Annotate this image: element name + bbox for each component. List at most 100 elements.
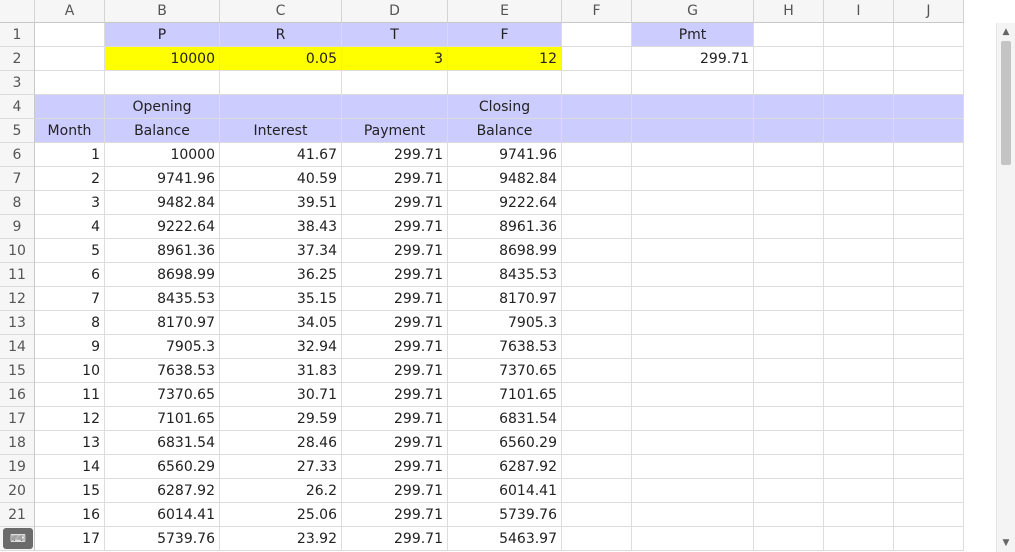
cell-j15[interactable] xyxy=(894,359,964,383)
cell-f7[interactable] xyxy=(562,167,632,191)
cell-c18[interactable]: 28.46 xyxy=(220,431,342,455)
header-opening[interactable]: Opening xyxy=(105,95,220,119)
cell-j17[interactable] xyxy=(894,407,964,431)
cell-i2[interactable] xyxy=(824,47,894,71)
cell-a6[interactable]: 1 xyxy=(35,143,105,167)
cell-f6[interactable] xyxy=(562,143,632,167)
cell-a20[interactable]: 15 xyxy=(35,479,105,503)
cell-b16[interactable]: 7370.65 xyxy=(105,383,220,407)
cell-f4[interactable] xyxy=(562,95,632,119)
cell-j11[interactable] xyxy=(894,263,964,287)
cell-g7[interactable] xyxy=(632,167,754,191)
scrollbar-thumb[interactable] xyxy=(1001,41,1011,165)
header-closing[interactable]: Closing xyxy=(448,95,562,119)
cell-g19[interactable] xyxy=(632,455,754,479)
cell-i19[interactable] xyxy=(824,455,894,479)
cell-i10[interactable] xyxy=(824,239,894,263)
column-header-d[interactable]: D xyxy=(342,0,448,23)
cell-j10[interactable] xyxy=(894,239,964,263)
cell-j18[interactable] xyxy=(894,431,964,455)
cell-g3[interactable] xyxy=(632,71,754,95)
row-header-11[interactable]: 11 xyxy=(0,263,35,287)
cell-h4[interactable] xyxy=(754,95,824,119)
cell-b22[interactable]: 5739.76 xyxy=(105,527,220,551)
cell-e18[interactable]: 6560.29 xyxy=(448,431,562,455)
cell-f12[interactable] xyxy=(562,287,632,311)
row-header-17[interactable]: 17 xyxy=(0,407,35,431)
input-principal[interactable]: 10000 xyxy=(105,47,220,71)
cell-a8[interactable]: 3 xyxy=(35,191,105,215)
row-header-14[interactable]: 14 xyxy=(0,335,35,359)
cell-f13[interactable] xyxy=(562,311,632,335)
cell-h5[interactable] xyxy=(754,119,824,143)
cell-d12[interactable]: 299.71 xyxy=(342,287,448,311)
cell-j14[interactable] xyxy=(894,335,964,359)
cell-g9[interactable] xyxy=(632,215,754,239)
cell-j21[interactable] xyxy=(894,503,964,527)
cell-c15[interactable]: 31.83 xyxy=(220,359,342,383)
cell-e17[interactable]: 6831.54 xyxy=(448,407,562,431)
cell-d13[interactable]: 299.71 xyxy=(342,311,448,335)
row-header-21[interactable]: 21 xyxy=(0,503,35,527)
header-opening-balance[interactable]: Balance xyxy=(105,119,220,143)
cell-f9[interactable] xyxy=(562,215,632,239)
column-header-h[interactable]: H xyxy=(754,0,824,23)
cell-e12[interactable]: 8170.97 xyxy=(448,287,562,311)
cell-h9[interactable] xyxy=(754,215,824,239)
cell-f11[interactable] xyxy=(562,263,632,287)
cell-a15[interactable]: 10 xyxy=(35,359,105,383)
row-header-16[interactable]: 16 xyxy=(0,383,35,407)
cell-i18[interactable] xyxy=(824,431,894,455)
row-header-9[interactable]: 9 xyxy=(0,215,35,239)
cell-b6[interactable]: 10000 xyxy=(105,143,220,167)
cell-e7[interactable]: 9482.84 xyxy=(448,167,562,191)
cell-a14[interactable]: 9 xyxy=(35,335,105,359)
cell-g14[interactable] xyxy=(632,335,754,359)
cell-h3[interactable] xyxy=(754,71,824,95)
cell-f1[interactable] xyxy=(562,23,632,47)
row-header-2[interactable]: 2 xyxy=(0,47,35,71)
row-header-5[interactable]: 5 xyxy=(0,119,35,143)
cell-c20[interactable]: 26.2 xyxy=(220,479,342,503)
cell-e21[interactable]: 5739.76 xyxy=(448,503,562,527)
column-header-f[interactable]: F xyxy=(562,0,632,23)
cell-f16[interactable] xyxy=(562,383,632,407)
cell-h1[interactable] xyxy=(754,23,824,47)
cell-a3[interactable] xyxy=(35,71,105,95)
cell-d19[interactable]: 299.71 xyxy=(342,455,448,479)
label-principal[interactable]: P xyxy=(105,23,220,47)
row-header-12[interactable]: 12 xyxy=(0,287,35,311)
column-header-c[interactable]: C xyxy=(220,0,342,23)
scroll-up-arrow-icon[interactable]: ▲ xyxy=(1001,25,1011,39)
cell-c22[interactable]: 23.92 xyxy=(220,527,342,551)
scroll-down-arrow-icon[interactable]: ▼ xyxy=(1001,536,1011,550)
row-header-19[interactable]: 19 xyxy=(0,455,35,479)
cell-a11[interactable]: 6 xyxy=(35,263,105,287)
cell-b9[interactable]: 9222.64 xyxy=(105,215,220,239)
cell-c7[interactable]: 40.59 xyxy=(220,167,342,191)
cell-b18[interactable]: 6831.54 xyxy=(105,431,220,455)
cell-h8[interactable] xyxy=(754,191,824,215)
cell-b20[interactable]: 6287.92 xyxy=(105,479,220,503)
cell-h2[interactable] xyxy=(754,47,824,71)
cell-f18[interactable] xyxy=(562,431,632,455)
cell-h17[interactable] xyxy=(754,407,824,431)
cell-b14[interactable]: 7905.3 xyxy=(105,335,220,359)
cell-h20[interactable] xyxy=(754,479,824,503)
cell-b13[interactable]: 8170.97 xyxy=(105,311,220,335)
column-header-b[interactable]: B xyxy=(105,0,220,23)
cell-g5[interactable] xyxy=(632,119,754,143)
cell-c16[interactable]: 30.71 xyxy=(220,383,342,407)
row-header-6[interactable]: 6 xyxy=(0,143,35,167)
cell-e3[interactable] xyxy=(448,71,562,95)
cell-j6[interactable] xyxy=(894,143,964,167)
row-header-7[interactable]: 7 xyxy=(0,167,35,191)
cell-g4[interactable] xyxy=(632,95,754,119)
cell-g15[interactable] xyxy=(632,359,754,383)
cell-f17[interactable] xyxy=(562,407,632,431)
cell-i7[interactable] xyxy=(824,167,894,191)
cell-j5[interactable] xyxy=(894,119,964,143)
cell-b10[interactable]: 8961.36 xyxy=(105,239,220,263)
cell-d16[interactable]: 299.71 xyxy=(342,383,448,407)
spreadsheet-grid[interactable]: A B C D E F G H I J 1 2 3 4 5 6 7 8 9 10 11 12 13 14 15 16 17 18 19 2… xyxy=(0,0,1015,552)
